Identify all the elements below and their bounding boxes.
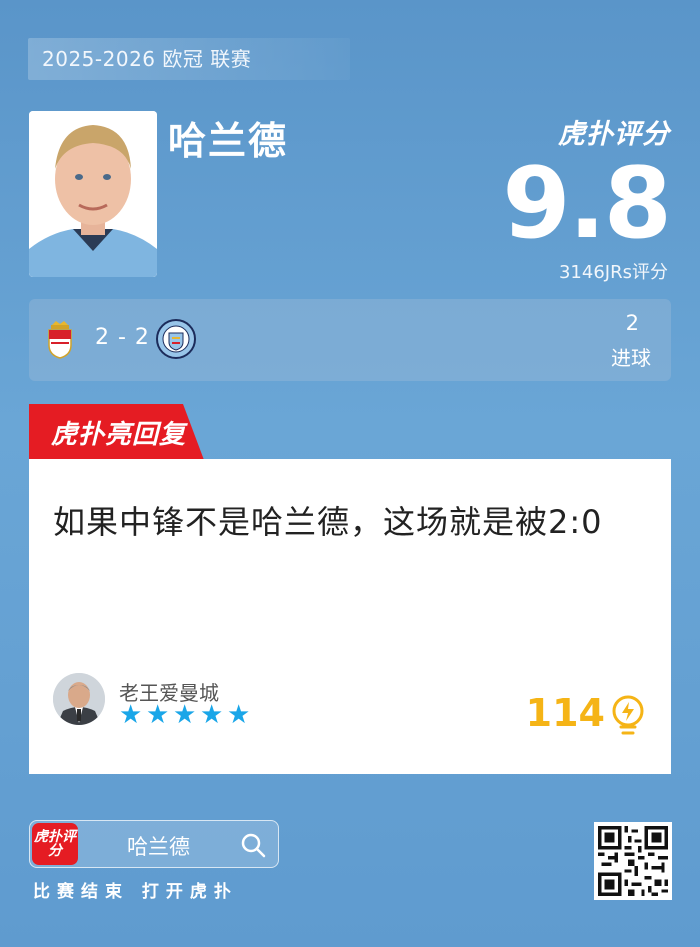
match-summary[interactable]: 2 - 2 2 进球 (29, 299, 671, 381)
player-photo (29, 111, 157, 277)
goals-count: 2 (625, 311, 639, 335)
user-avatar-icon (53, 673, 105, 725)
search-icon[interactable] (240, 832, 266, 858)
search-query: 哈兰德 (127, 835, 190, 859)
footer-caption: 比赛结束 打开虎扑 (33, 882, 238, 902)
monaco-crest-icon (48, 321, 72, 359)
search-box[interactable]: 虎扑评分 哈兰德 (29, 820, 279, 868)
star-icon: ★ (119, 700, 143, 730)
qr-code (594, 822, 672, 900)
lightbulb-icon[interactable] (611, 695, 645, 737)
star-icon: ★ (200, 700, 224, 730)
hupu-logo: 虎扑评分 (32, 823, 78, 865)
like-count: 114 (525, 691, 605, 735)
star-icon: ★ (146, 700, 170, 730)
badge-label: 虎扑亮回复 (51, 420, 187, 450)
player-portrait-icon (29, 111, 157, 277)
season-label: 2025-2026 欧冠 联赛 (28, 38, 350, 80)
match-score: 2 - 2 (95, 325, 150, 350)
raters-count: 3146JRs评分 (558, 262, 668, 283)
star-icon: ★ (227, 700, 251, 730)
qr-code-icon (598, 826, 668, 896)
reply-text: 如果中锋不是哈兰德，这场就是被2:0 (53, 503, 603, 541)
rating-score: 9.8 (502, 147, 672, 261)
star-icon: ★ (173, 700, 197, 730)
reply-card[interactable]: 如果中锋不是哈兰德，这场就是被2:0 老王爱曼城 ★ ★ ★ ★ ★ 114 (29, 459, 671, 774)
highlight-reply-badge: 虎扑亮回复 (29, 404, 204, 460)
man-city-crest-icon (156, 319, 196, 359)
goals-label: 进球 (611, 346, 651, 370)
brand-score-logo: 虎扑评分 (558, 119, 670, 150)
avatar[interactable] (53, 673, 105, 725)
user-rating-stars: ★ ★ ★ ★ ★ (119, 700, 251, 730)
player-name: 哈兰德 (168, 119, 289, 163)
